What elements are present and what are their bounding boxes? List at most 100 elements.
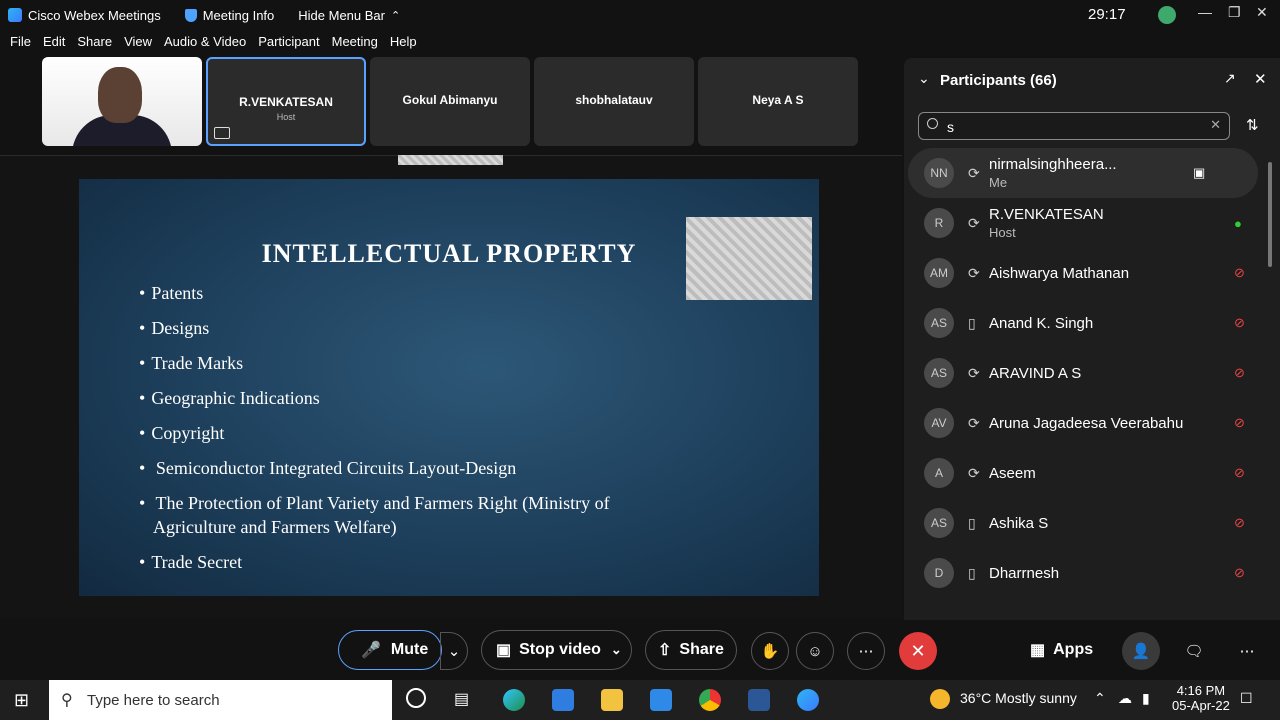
more-options-icon[interactable]: ⋯ xyxy=(847,632,885,670)
share-button[interactable]: ⇧ Share xyxy=(645,630,737,670)
participant-row[interactable]: AS ▯ Anand K. Singh ⊘ xyxy=(908,298,1258,348)
cortana-icon[interactable] xyxy=(406,688,426,708)
search-placeholder: Type here to search xyxy=(87,692,220,709)
taskbar-clock[interactable]: 4:16 PM 05-Apr-22 xyxy=(1172,683,1230,713)
menu-participant[interactable]: Participant xyxy=(256,34,321,54)
participant-avatar: AM xyxy=(924,258,954,288)
microphone-muted-icon[interactable]: ⊘ xyxy=(1234,365,1245,381)
participant-thumbnail[interactable]: R.VENKATESAN Host xyxy=(206,57,366,146)
webex-taskbar-icon[interactable] xyxy=(797,689,819,711)
slide-bullet: • Semiconductor Integrated Circuits Layo… xyxy=(139,458,517,478)
slide-bullet: • Designs xyxy=(139,318,210,338)
meeting-info-label: Meeting Info xyxy=(202,7,275,23)
apps-button[interactable]: ▦ Apps xyxy=(1030,630,1093,670)
participant-avatar: AS xyxy=(924,358,954,388)
meeting-info-button[interactable]: Meeting Info xyxy=(184,7,275,23)
microphone-muted-icon[interactable]: ⊘ xyxy=(1234,265,1245,281)
participant-row[interactable]: AM ⟳ Aishwarya Mathanan ⊘ xyxy=(908,248,1258,298)
participant-row[interactable]: AS ▯ Ashika S ⊘ xyxy=(908,498,1258,548)
search-icon: ⚲ xyxy=(61,692,73,709)
phone-icon: ▯ xyxy=(968,564,976,581)
hide-menu-bar-button[interactable]: Hide Menu Bar ⌃ xyxy=(298,8,400,23)
task-view-icon[interactable]: ▤ xyxy=(454,689,469,709)
slide-bullet: • Trade Secret xyxy=(139,552,243,572)
microphone-muted-icon[interactable]: ⊘ xyxy=(1234,515,1245,531)
thumbnail-name: shobhalatauv xyxy=(575,93,653,107)
pop-out-icon[interactable]: ↗ xyxy=(1224,70,1236,87)
reactions-icon[interactable]: ☺ xyxy=(796,632,834,670)
participant-search-input[interactable]: s ✕ xyxy=(918,112,1230,140)
participant-row[interactable]: A ⟳ Aseem ⊘ xyxy=(908,448,1258,498)
microphone-muted-icon[interactable]: ⊘ xyxy=(1234,315,1245,331)
participant-row[interactable]: AV ⟳ Aruna Jagadeesa Veerabahu ⊘ xyxy=(908,398,1258,448)
participant-row[interactable]: R ⟳ R.VENKATESAN Host ● xyxy=(908,198,1258,248)
word-icon[interactable] xyxy=(748,689,770,711)
clear-search-icon[interactable]: ✕ xyxy=(1210,117,1221,133)
thumbnail-name: Neya A S xyxy=(752,93,804,107)
menu-file[interactable]: File xyxy=(8,34,33,54)
menu-audio-video[interactable]: Audio & Video xyxy=(162,34,248,54)
minimize-icon[interactable]: — xyxy=(1198,4,1212,20)
maximize-icon[interactable]: ❐ xyxy=(1228,4,1241,21)
microphone-muted-icon[interactable]: ⊘ xyxy=(1234,465,1245,481)
windows-start-icon[interactable]: ⊞ xyxy=(14,690,29,711)
webex-logo-icon xyxy=(8,8,22,22)
participant-row[interactable]: D ▯ Dharrnesh ⊘ xyxy=(908,548,1258,598)
participants-panel: ⌄ Participants (66) ↗ ✕ s ✕ ⇅ NN ⟳ nirma… xyxy=(904,58,1280,620)
onedrive-icon[interactable]: ☁ xyxy=(1118,690,1132,707)
menu-edit[interactable]: Edit xyxy=(41,34,67,54)
menu-share[interactable]: Share xyxy=(75,34,114,54)
shield-icon xyxy=(184,8,197,22)
weather-text[interactable]: 36°C Mostly sunny xyxy=(960,690,1077,706)
end-meeting-icon[interactable]: ✕ xyxy=(899,632,937,670)
self-video-thumbnail[interactable] xyxy=(42,57,202,146)
participant-scrollbar[interactable] xyxy=(1266,150,1274,605)
microphone-muted-icon[interactable]: ⊘ xyxy=(1234,415,1245,431)
participant-row[interactable]: NN ⟳ nirmalsinghheera... Me ▣ xyxy=(908,148,1258,198)
mute-button[interactable]: 🎤 Mute xyxy=(338,630,442,670)
close-panel-icon[interactable]: ✕ xyxy=(1254,70,1267,88)
mail-icon[interactable] xyxy=(650,689,672,711)
audio-options-chevron-icon[interactable]: ⌄ xyxy=(440,632,468,670)
participant-thumbnail[interactable]: shobhalatauv xyxy=(534,57,694,146)
taskbar-search-input[interactable]: ⚲ Type here to search xyxy=(49,680,392,720)
participants-icon[interactable]: 👤 xyxy=(1122,632,1160,670)
sort-icon[interactable]: ⇅ xyxy=(1246,116,1259,134)
file-explorer-icon[interactable] xyxy=(601,689,623,711)
battery-icon[interactable]: ▮ xyxy=(1142,690,1150,707)
participant-thumbnail[interactable]: Neya A S xyxy=(698,57,858,146)
chat-icon[interactable]: 🗨 xyxy=(1175,632,1213,670)
tray-chevron-icon[interactable]: ⌃ xyxy=(1094,690,1106,707)
more-icon[interactable]: ⋯ xyxy=(1228,632,1266,670)
participant-avatar: A xyxy=(924,458,954,488)
menu-view[interactable]: View xyxy=(122,34,154,54)
app-title: Cisco Webex Meetings xyxy=(8,8,161,23)
user-avatar[interactable] xyxy=(1158,6,1176,24)
participant-name: nirmalsinghheera... Me xyxy=(989,156,1117,190)
slide-bullet: • Copyright xyxy=(139,423,225,443)
participant-name: R.VENKATESAN Host xyxy=(989,206,1104,240)
participant-name: Aruna Jagadeesa Veerabahu xyxy=(989,414,1184,432)
store-icon[interactable] xyxy=(552,689,574,711)
collapse-chevron-icon[interactable]: ⌄ xyxy=(918,70,930,87)
raise-hand-icon[interactable]: ✋ xyxy=(751,632,789,670)
stop-video-button[interactable]: ▣ Stop video ⌄ xyxy=(481,630,632,670)
edge-icon[interactable] xyxy=(503,689,525,711)
microphone-on-icon[interactable]: ● xyxy=(1234,216,1242,231)
menu-bar: File Edit Share View Audio & Video Parti… xyxy=(0,34,419,54)
participant-avatar: AS xyxy=(924,508,954,538)
menu-meeting[interactable]: Meeting xyxy=(330,34,380,54)
microphone-muted-icon[interactable]: ⊘ xyxy=(1234,565,1245,581)
participant-row[interactable]: AS ⟳ ARAVIND A S ⊘ xyxy=(908,348,1258,398)
video-icon[interactable]: ▣ xyxy=(1193,165,1205,181)
chrome-icon[interactable] xyxy=(699,689,721,711)
slide-bullet: • The Protection of Plant Variety and Fa… xyxy=(139,493,610,537)
participant-name: Anand K. Singh xyxy=(989,314,1094,332)
participant-thumbnail[interactable]: Gokul Abimanyu xyxy=(370,57,530,146)
close-window-icon[interactable]: ✕ xyxy=(1256,4,1268,21)
scrollbar-thumb[interactable] xyxy=(1268,162,1272,267)
slide-bullets: • Patents • Designs • Trade Marks • Geograph… xyxy=(139,281,610,585)
notifications-icon[interactable]: ☐ xyxy=(1240,690,1253,707)
stop-video-label: Stop video xyxy=(519,641,601,658)
menu-help[interactable]: Help xyxy=(388,34,419,54)
